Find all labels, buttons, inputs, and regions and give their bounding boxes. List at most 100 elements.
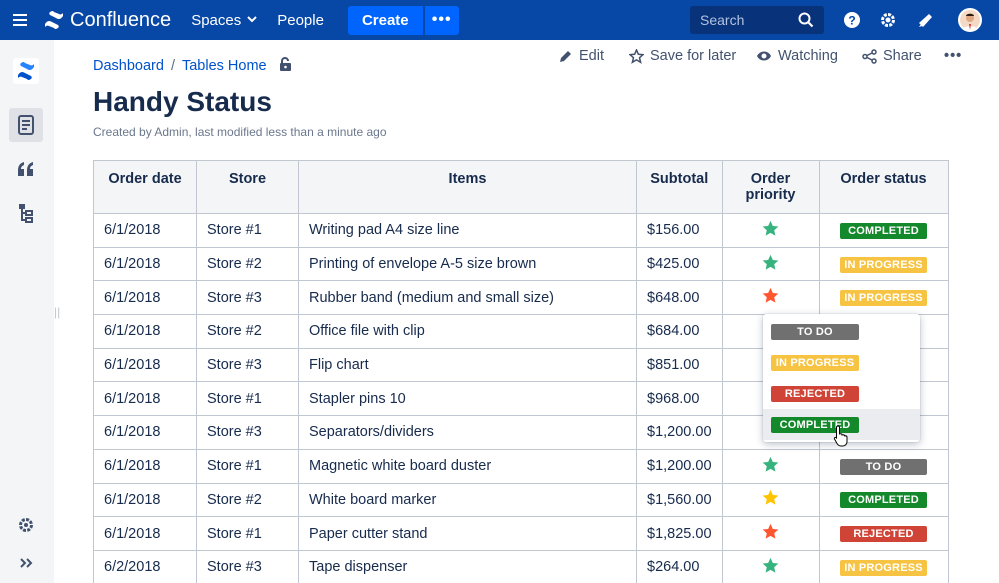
cell-subtotal: $264.00: [636, 549, 723, 583]
cell-store: Store #3: [196, 549, 299, 583]
top-navigation-bar: Confluence Spaces People Create ••• Sear…: [0, 0, 999, 40]
cell-store: Store #1: [196, 448, 299, 484]
table-row: 6/1/2018 Store #1 Writing pad A4 size line…: [93, 213, 949, 248]
cell-order-status[interactable]: TO DO: [818, 448, 949, 484]
status-option-to-do[interactable]: TO DO: [763, 316, 920, 347]
breadcrumb-tables-home[interactable]: Tables Home: [182, 58, 267, 74]
cell-order-status[interactable]: COMPLETED: [818, 213, 949, 248]
status-lozenge[interactable]: IN PROGRESS: [840, 256, 928, 273]
share-button[interactable]: Share: [862, 48, 922, 64]
cell-order-date: 6/1/2018: [93, 314, 197, 349]
cell-order-priority[interactable]: [721, 516, 820, 551]
cell-item: Paper cutter stand: [298, 516, 637, 551]
table-row: 6/1/2018 Store #1 Magnetic white board dus…: [93, 448, 949, 484]
space-logo-icon[interactable]: [9, 54, 43, 88]
table-row: 6/1/2018 Store #2 Printing of envelope A-5…: [93, 246, 949, 282]
cell-order-priority[interactable]: [721, 482, 820, 518]
notifications-megaphone-icon[interactable]: [914, 8, 938, 32]
share-icon: [862, 48, 877, 64]
header-subtotal: Subtotal: [636, 160, 723, 214]
page-tree-icon[interactable]: [9, 196, 43, 230]
user-avatar[interactable]: [958, 8, 982, 32]
pages-icon[interactable]: [9, 108, 43, 142]
cell-order-status[interactable]: IN PROGRESS: [818, 246, 949, 282]
pencil-icon: [560, 51, 571, 62]
cell-order-priority[interactable]: [721, 549, 820, 583]
sidebar-resize-handle[interactable]: ||: [54, 305, 60, 319]
create-button[interactable]: Create: [347, 5, 423, 35]
breadcrumb-dashboard[interactable]: Dashboard: [93, 58, 164, 74]
status-lozenge[interactable]: COMPLETED: [840, 222, 928, 239]
cell-subtotal: $1,200.00: [636, 415, 723, 450]
cell-order-status[interactable]: COMPLETED: [818, 482, 949, 518]
status-lozenge[interactable]: IN PROGRESS: [840, 290, 928, 307]
cell-order-priority[interactable]: [721, 448, 820, 484]
status-lozenge[interactable]: COMPLETED: [840, 492, 928, 509]
settings-gear-icon[interactable]: [876, 8, 900, 32]
watching-label: Watching: [778, 48, 838, 64]
create-more-button[interactable]: •••: [424, 5, 459, 35]
status-option-rejected[interactable]: REJECTED: [763, 378, 920, 409]
search-icon[interactable]: [798, 12, 814, 31]
cell-order-priority[interactable]: [721, 213, 820, 248]
left-sidebar: [0, 40, 54, 583]
cell-store: Store #2: [196, 246, 299, 282]
expand-sidebar-chevrons-icon[interactable]: [9, 546, 43, 580]
cell-subtotal: $425.00: [636, 246, 723, 282]
header-order-date: Order date: [93, 160, 197, 214]
edit-button[interactable]: Edit: [559, 48, 604, 64]
blog-quote-icon[interactable]: [9, 152, 43, 186]
cell-item: Writing pad A4 size line: [298, 213, 637, 248]
cell-store: Store #2: [196, 482, 299, 518]
cell-order-priority[interactable]: [721, 246, 820, 282]
cell-subtotal: $1,200.00: [636, 448, 723, 484]
watching-button[interactable]: Watching: [756, 48, 838, 64]
confluence-logo[interactable]: Confluence: [44, 9, 171, 32]
cell-order-priority[interactable]: [721, 280, 820, 316]
cell-item: White board marker: [298, 482, 637, 518]
cell-order-date: 6/2/2018: [93, 549, 197, 583]
cell-order-status[interactable]: IN PROGRESS: [818, 549, 949, 583]
cell-subtotal: $156.00: [636, 213, 723, 248]
spaces-menu[interactable]: Spaces: [191, 12, 257, 29]
eye-icon: [757, 51, 771, 61]
cell-order-date: 6/1/2018: [93, 381, 197, 417]
cell-subtotal: $851.00: [636, 347, 723, 383]
search-input[interactable]: Search: [690, 6, 824, 34]
table-row: 6/1/2018 Store #3 Rubber band (medium and …: [93, 280, 949, 316]
cell-order-status[interactable]: IN PROGRESS: [818, 280, 949, 316]
help-icon[interactable]: ?: [840, 8, 864, 32]
cell-item: Flip chart: [298, 347, 637, 383]
cell-order-date: 6/1/2018: [93, 280, 197, 316]
cell-subtotal: $1,560.00: [636, 482, 723, 518]
page-byline: Created by Admin, last modified less tha…: [93, 125, 387, 139]
priority-star-icon: [762, 456, 779, 472]
confluence-logo-icon: [45, 11, 63, 29]
more-actions-button[interactable]: •••: [944, 48, 962, 64]
save-for-later-button[interactable]: Save for later: [629, 48, 736, 64]
space-settings-gear-icon[interactable]: [9, 508, 43, 542]
status-lozenge[interactable]: IN PROGRESS: [840, 559, 928, 576]
unlock-icon[interactable]: [279, 57, 292, 75]
status-option-in-progress[interactable]: IN PROGRESS: [763, 347, 920, 378]
cell-item: Separators/dividers: [298, 415, 637, 450]
cell-order-date: 6/1/2018: [93, 347, 197, 383]
header-order-status: Order status: [818, 160, 949, 214]
cell-order-status[interactable]: REJECTED: [818, 516, 949, 551]
header-order-priority: Order priority: [721, 160, 820, 214]
priority-star-icon: [762, 288, 779, 303]
people-link[interactable]: People: [277, 12, 324, 29]
status-lozenge[interactable]: TO DO: [840, 458, 928, 475]
priority-star-icon: [762, 220, 779, 236]
breadcrumb-separator: /: [170, 58, 175, 74]
cell-store: Store #3: [196, 347, 299, 383]
status-lozenge[interactable]: REJECTED: [840, 526, 928, 543]
cell-subtotal: $968.00: [636, 381, 723, 417]
cell-order-date: 6/1/2018: [93, 246, 197, 282]
breadcrumb: Dashboard / Tables Home: [93, 57, 292, 75]
page-title: Handy Status: [93, 86, 272, 117]
share-label: Share: [883, 48, 922, 64]
cell-store: Store #3: [196, 280, 299, 316]
hamburger-menu-icon[interactable]: [0, 0, 40, 40]
status-dropdown-menu: TO DO IN PROGRESS REJECTED COMPLETED: [763, 314, 920, 442]
